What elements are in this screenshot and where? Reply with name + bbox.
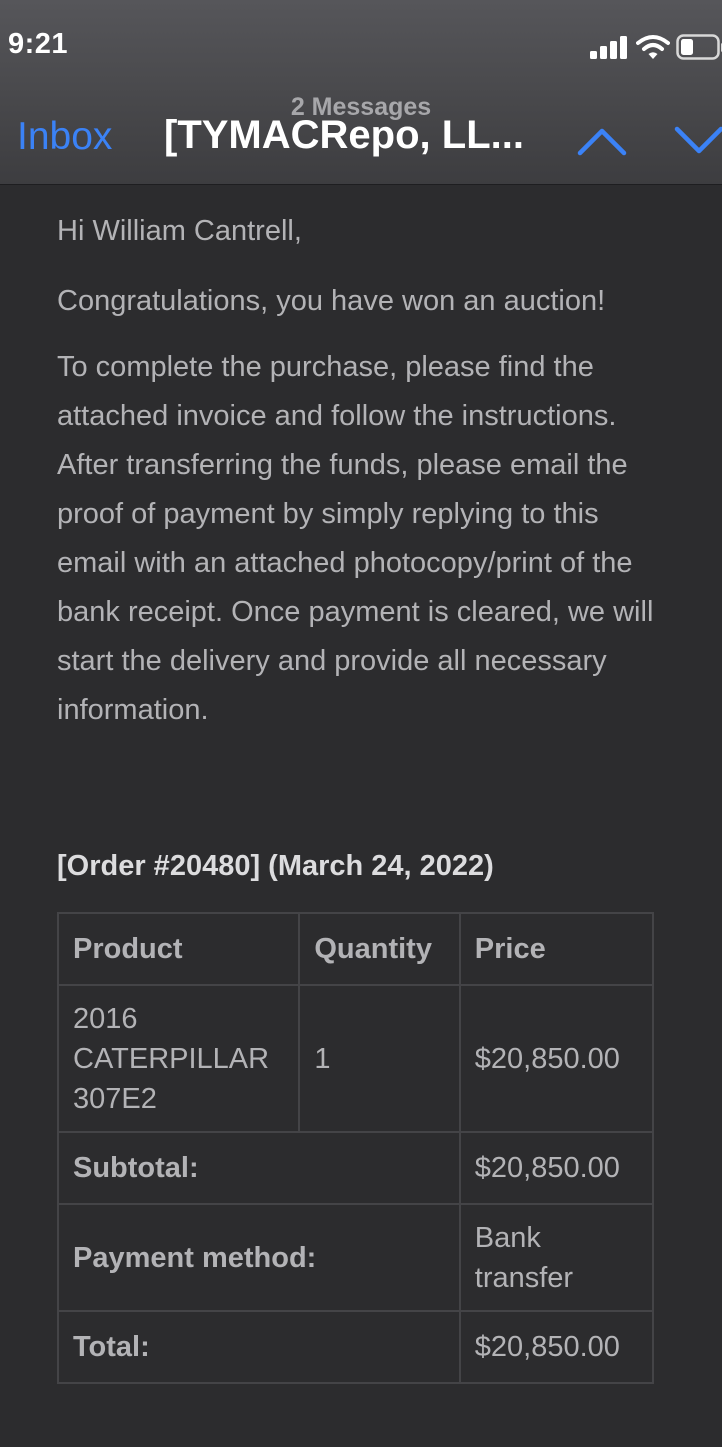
header-price: Price: [458, 912, 655, 986]
subtotal-row: Subtotal: $20,850.00: [57, 1131, 655, 1205]
total-label: Total:: [57, 1310, 461, 1384]
item-product: 2016 CATERPILLAR 307E2: [56, 984, 301, 1133]
total-value: $20,850.00: [458, 1310, 655, 1384]
subtotal-value: $20,850.00: [458, 1131, 655, 1205]
battery-icon: [676, 34, 722, 60]
payment-method-label: Payment method:: [57, 1203, 461, 1312]
signal-bars-icon: [590, 36, 627, 59]
email-body: Hi William Cantrell, Congratulations, yo…: [57, 207, 667, 752]
subtotal-label: Subtotal:: [57, 1131, 461, 1205]
congratulations-paragraph: Congratulations, you have won an auction…: [57, 285, 606, 317]
status-time: 9:21: [8, 28, 69, 60]
wifi-icon: [636, 35, 670, 59]
header-product: Product: [56, 912, 301, 986]
order-heading: [Order #20480] (March 24, 2022): [57, 850, 494, 882]
payment-method-row: Payment method: Bank transfer: [57, 1203, 655, 1312]
table-header-row: Product Quantity Price: [56, 912, 655, 986]
next-message-chevron-down-icon[interactable]: [674, 126, 722, 156]
previous-message-chevron-up-icon[interactable]: [577, 126, 627, 156]
instructions-paragraph: To complete the purchase, please find th…: [57, 351, 654, 726]
item-quantity: 1: [298, 984, 461, 1133]
payment-method-value: Bank transfer: [458, 1203, 655, 1312]
status-icons: [590, 34, 722, 64]
item-price: $20,850.00: [458, 984, 655, 1133]
greeting: Hi William Cantrell,: [57, 215, 302, 247]
order-table: Product Quantity Price 2016 CATERPILLAR …: [56, 912, 655, 1384]
total-row: Total: $20,850.00: [57, 1310, 655, 1384]
inbox-back-button[interactable]: Inbox: [17, 115, 112, 159]
navigation-bar: 9:21 2 Messages Inbox [TYMACRepo, LL...: [0, 0, 722, 185]
table-row: 2016 CATERPILLAR 307E2 1 $20,850.00: [56, 984, 655, 1133]
thread-title: [TYMACRepo, LL...: [164, 113, 524, 157]
header-quantity: Quantity: [298, 912, 461, 986]
